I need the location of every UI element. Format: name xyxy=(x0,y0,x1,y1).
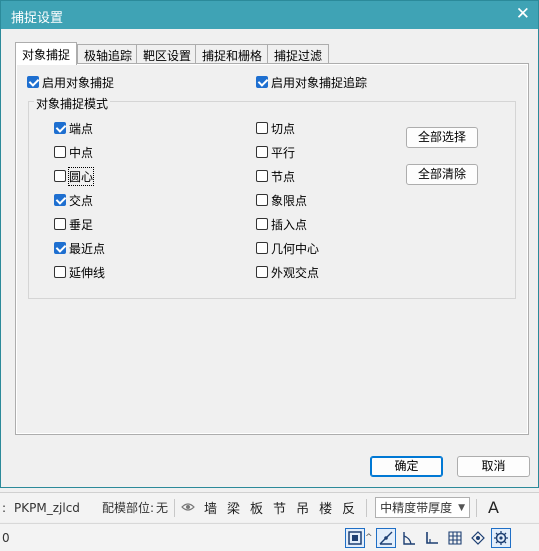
tab-polar-tracking[interactable]: 极轴追踪 xyxy=(77,44,140,64)
mode-center-checkbox[interactable]: 圆心 xyxy=(54,166,95,186)
mode-insertion-checkbox[interactable]: 插入点 xyxy=(256,216,307,232)
config-label: 配模部位: xyxy=(101,501,154,515)
polar-icon[interactable] xyxy=(399,528,419,548)
mode-quadrant-checkbox[interactable]: 象限点 xyxy=(256,192,307,208)
settings-gear-icon[interactable] xyxy=(490,527,511,548)
checkbox-box xyxy=(256,170,268,182)
stair-button[interactable]: 楼 xyxy=(319,498,332,517)
precision-select[interactable]: 中精度带厚度 ▼ xyxy=(375,497,471,518)
checkbox-box xyxy=(54,218,66,230)
toolbar-divider xyxy=(174,498,175,517)
snap-box-icon[interactable] xyxy=(345,527,365,548)
checkbox-box xyxy=(256,146,268,158)
mode-intersection-checkbox[interactable]: 交点 xyxy=(54,192,93,208)
mode-endpoint-checkbox[interactable]: 端点 xyxy=(54,120,93,136)
dialog-titlebar: 捕捉设置 ✕ xyxy=(1,1,538,29)
wall-button[interactable]: 墙 xyxy=(204,498,217,517)
cursor-icon[interactable] xyxy=(468,528,488,548)
enable-osnap-checkbox[interactable]: 启用对象捕捉 xyxy=(27,74,114,90)
mode-label: 交点 xyxy=(69,193,94,208)
mode-parallel-checkbox[interactable]: 平行 xyxy=(256,144,295,160)
mode-tangent-checkbox[interactable]: 切点 xyxy=(256,120,295,136)
mode-label: 端点 xyxy=(69,121,94,136)
snap-settings-dialog: 捕捉设置 ✕ 对象捕捉 极轴追踪 靶区设置 捕捉和栅格 捕捉过滤 启用对象捕捉 … xyxy=(0,0,539,488)
mode-apparent-intersection-checkbox[interactable]: 外观交点 xyxy=(256,264,319,280)
config-value: 无 xyxy=(155,501,168,515)
close-icon[interactable]: ✕ xyxy=(516,4,530,24)
font-button[interactable]: A xyxy=(488,498,499,517)
status-left-value: 0 xyxy=(2,530,10,545)
beam-button[interactable]: 梁 xyxy=(227,498,240,517)
checkbox-box xyxy=(54,170,66,182)
dialog-title: 捕捉设置 xyxy=(11,11,64,26)
select-all-button[interactable]: 全部选择 xyxy=(406,127,478,148)
mode-label: 最近点 xyxy=(69,241,106,256)
checkbox-box xyxy=(256,218,268,230)
mode-geometric-center-checkbox[interactable]: 几何中心 xyxy=(256,240,319,256)
mode-label: 象限点 xyxy=(271,193,308,208)
checkbox-box xyxy=(27,76,39,88)
mode-node-checkbox[interactable]: 节点 xyxy=(256,168,295,184)
ortho-icon[interactable] xyxy=(375,527,396,548)
hanging-button[interactable]: 吊 xyxy=(296,498,309,517)
mode-label: 切点 xyxy=(271,121,296,136)
chevron-up-icon[interactable]: ^ xyxy=(365,533,373,543)
status-bar: 0 ^ xyxy=(0,523,539,551)
mode-label: 圆心 xyxy=(67,166,95,186)
osnap-track-icon[interactable] xyxy=(422,528,442,548)
checkbox-box xyxy=(54,194,66,206)
mode-label: 中点 xyxy=(69,145,94,160)
eye-icon[interactable] xyxy=(181,501,195,515)
chevron-down-icon: ▼ xyxy=(458,502,466,513)
mode-label: 平行 xyxy=(271,145,296,160)
mode-perpendicular-checkbox[interactable]: 垂足 xyxy=(54,216,93,232)
tab-snap-grid[interactable]: 捕捉和栅格 xyxy=(195,44,270,64)
reverse-button[interactable]: 反 xyxy=(342,498,355,517)
checkbox-box xyxy=(256,122,268,134)
snap-modes-title: 对象捕捉模式 xyxy=(34,95,111,112)
ok-button[interactable]: 确定 xyxy=(370,456,443,477)
object-snap-panel: 启用对象捕捉 启用对象捕捉追踪 对象捕捉模式 端点 中点 圆心 交点 垂足 最近… xyxy=(15,63,529,435)
checkbox-box xyxy=(54,266,66,278)
toolbar-divider xyxy=(366,498,368,517)
mode-label: 外观交点 xyxy=(271,265,320,280)
mode-label: 插入点 xyxy=(271,217,308,232)
enable-tracking-label: 启用对象捕捉追踪 xyxy=(271,75,368,90)
slab-button[interactable]: 板 xyxy=(250,498,263,517)
checkbox-box xyxy=(256,242,268,254)
enable-osnap-label: 启用对象捕捉 xyxy=(42,75,115,90)
checkbox-box xyxy=(54,146,66,158)
toolbar-divider xyxy=(476,498,478,517)
joint-button[interactable]: 节 xyxy=(273,498,286,517)
mode-nearest-checkbox[interactable]: 最近点 xyxy=(54,240,105,256)
clear-all-button[interactable]: 全部清除 xyxy=(406,164,478,185)
tab-snap-filter[interactable]: 捕捉过滤 xyxy=(267,44,330,64)
mode-midpoint-checkbox[interactable]: 中点 xyxy=(54,144,93,160)
mode-label: 几何中心 xyxy=(271,241,320,256)
precision-select-value: 中精度带厚度 xyxy=(380,501,453,515)
cancel-button[interactable]: 取消 xyxy=(457,456,530,477)
main-toolbar: : PKPM_zjlcd 配模部位: 无 墙 梁 板 节 吊 楼 反 中精度带厚… xyxy=(0,492,539,522)
mode-extension-checkbox[interactable]: 延伸线 xyxy=(54,264,105,280)
grid-icon[interactable] xyxy=(445,528,465,548)
mode-label: 延伸线 xyxy=(69,265,106,280)
checkbox-box xyxy=(256,76,268,88)
checkbox-box xyxy=(256,266,268,278)
checkbox-box xyxy=(256,194,268,206)
checkbox-box xyxy=(54,242,66,254)
project-prefix: : xyxy=(2,500,7,515)
mode-label: 节点 xyxy=(271,169,296,184)
checkbox-box xyxy=(54,122,66,134)
enable-tracking-checkbox[interactable]: 启用对象捕捉追踪 xyxy=(256,74,367,90)
mode-label: 垂足 xyxy=(69,217,94,232)
project-name: PKPM_zjlcd xyxy=(14,500,80,515)
tab-object-snap[interactable]: 对象捕捉 xyxy=(15,42,78,65)
tab-aperture[interactable]: 靶区设置 xyxy=(136,44,199,64)
